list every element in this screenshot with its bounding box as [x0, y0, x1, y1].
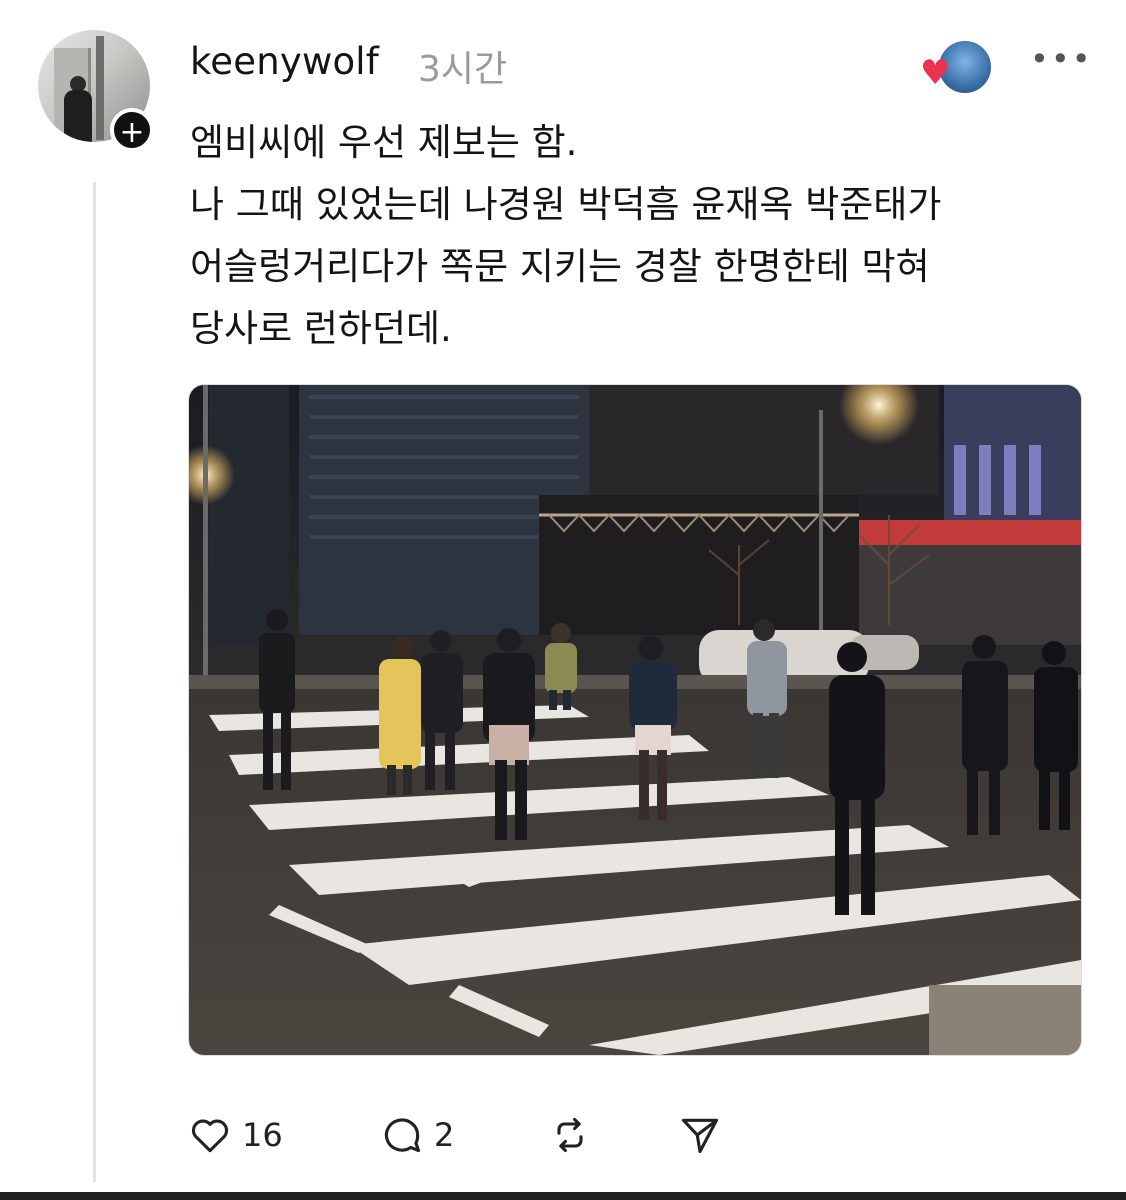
- repost-button[interactable]: [548, 1110, 592, 1160]
- post-body-line: 어슬렁거리다가 쪽문 지키는 경찰 한명한테 막혀: [190, 245, 930, 288]
- post-body-line: 당사로 런하던데.: [190, 307, 452, 350]
- post-body-line: 엠비씨에 우선 제보는 함.: [190, 121, 578, 164]
- follow-plus-icon[interactable]: +: [110, 108, 154, 152]
- comment-icon: [384, 1118, 421, 1153]
- avatar-person-body: [64, 90, 92, 142]
- heart-icon: [191, 1119, 229, 1153]
- like-button[interactable]: 16: [188, 1110, 283, 1160]
- post-photo[interactable]: [188, 384, 1082, 1056]
- bottom-divider: [0, 1192, 1126, 1200]
- repost-icon: [557, 1117, 583, 1153]
- share-button[interactable]: [678, 1110, 722, 1160]
- liked-by-reaction[interactable]: ♥: [920, 38, 994, 98]
- avatar-pole: [96, 36, 104, 140]
- reply-count: 2: [434, 1116, 455, 1154]
- reply-button[interactable]: 2: [380, 1110, 454, 1160]
- heart-badge-icon: ♥: [920, 53, 951, 93]
- post-body-line: 나 그때 있었는데 나경원 박덕흠 윤재옥 박준태가: [190, 183, 942, 226]
- timestamp: 3시간: [418, 49, 508, 90]
- more-options-icon[interactable]: •••: [1030, 40, 1093, 78]
- share-icon: [681, 1118, 719, 1154]
- action-bar: 16 2: [188, 1110, 788, 1160]
- like-count: 16: [242, 1116, 283, 1154]
- username[interactable]: keenywolf: [190, 40, 379, 83]
- crosswalk-night-photo: [189, 385, 1081, 1055]
- post-body: 엠비씨에 우선 제보는 함. 나 그때 있었는데 나경원 박덕흠 윤재옥 박준태…: [190, 112, 1090, 360]
- thread-line: [93, 182, 96, 1182]
